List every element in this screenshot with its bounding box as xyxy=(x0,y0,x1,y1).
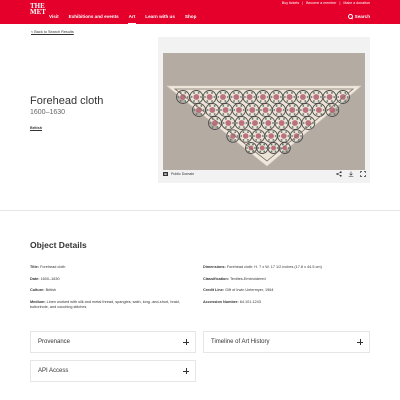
timeline-accordion[interactable]: Timeline of Art History xyxy=(203,331,370,353)
nav-visit[interactable]: Visit xyxy=(49,14,59,19)
detail-value: Linen worked with silk and metal thread,… xyxy=(30,299,180,309)
become-member-link[interactable]: Become a member xyxy=(306,1,336,5)
forehead-cloth-image xyxy=(163,53,365,170)
nav-art[interactable]: Art xyxy=(127,14,136,24)
download-icon[interactable] xyxy=(348,171,354,177)
accordion-label: Provenance xyxy=(38,339,71,345)
detail-title: Title: Forehead cloth xyxy=(30,265,190,270)
plus-icon xyxy=(183,339,189,345)
section-divider xyxy=(0,210,400,211)
search-icon xyxy=(347,14,353,19)
object-date: 1600–1630 xyxy=(30,109,66,116)
logo-line-2: MET xyxy=(30,8,46,16)
detail-value: 1600–1630 xyxy=(40,276,60,281)
page-title: Forehead cloth xyxy=(30,95,104,107)
utility-links: Buy tickets | Become a member | Make a d… xyxy=(282,1,370,5)
detail-label: Accession Number: xyxy=(203,299,239,304)
culture-link[interactable]: British xyxy=(30,126,42,130)
api-access-accordion[interactable]: API Access xyxy=(30,360,196,382)
detail-label: Title: xyxy=(30,265,40,269)
met-logo[interactable]: THE MET xyxy=(30,3,46,16)
detail-credit-line: Credit Line: Gift of Irwin Untermyer, 19… xyxy=(203,288,373,293)
search-label: Search xyxy=(354,14,370,19)
search-button[interactable]: Search xyxy=(347,14,370,19)
detail-value: Forehead cloth: H. 7 x W. 17 1/2 inches … xyxy=(226,265,322,269)
plus-icon xyxy=(183,368,189,374)
image-actions xyxy=(336,171,366,177)
detail-dimensions: Dimensions: Forehead cloth: H. 7 x W. 17… xyxy=(203,265,373,270)
detail-value: Forehead cloth xyxy=(40,265,66,269)
utility-separator: | xyxy=(339,1,341,5)
details-column-right: Dimensions: Forehead cloth: H. 7 x W. 17… xyxy=(203,265,373,311)
license-text: Public Domain xyxy=(171,172,195,176)
detail-medium: Medium: Linen worked with silk and metal… xyxy=(30,300,190,310)
accordion-label: Timeline of Art History xyxy=(211,339,270,345)
detail-label: Date: xyxy=(30,276,40,281)
detail-date: Date: 1600–1630 xyxy=(30,277,190,282)
artwork-image[interactable] xyxy=(163,53,365,170)
main-nav: Visit Exhibitions and events Art Learn w… xyxy=(49,14,206,24)
object-details-heading: Object Details xyxy=(30,240,87,250)
detail-label: Medium: xyxy=(30,299,46,304)
object-title-block: Forehead cloth 1600–1630 British xyxy=(30,95,103,134)
nav-learn[interactable]: Learn with us xyxy=(145,14,175,19)
detail-value: British xyxy=(45,288,57,292)
detail-value: 64.101.1243 xyxy=(239,299,261,304)
accordion-label: API Access xyxy=(38,368,69,374)
image-viewer: PD Public Domain xyxy=(158,37,370,183)
detail-value: Textiles-Embroidered xyxy=(229,276,266,281)
detail-label: Dimensions: xyxy=(203,265,226,269)
site-header: THE MET Buy tickets | Become a member | … xyxy=(0,0,400,24)
details-column-left: Title: Forehead cloth Date: 1600–1630 Cu… xyxy=(30,265,190,316)
public-domain-icon: PD xyxy=(163,172,168,176)
buy-tickets-link[interactable]: Buy tickets xyxy=(282,1,299,5)
provenance-accordion[interactable]: Provenance xyxy=(30,331,196,353)
nav-shop[interactable]: Shop xyxy=(185,14,196,19)
detail-accession-number: Accession Number: 64.101.1243 xyxy=(203,300,373,305)
detail-label: Culture: xyxy=(30,288,45,292)
fullscreen-icon[interactable] xyxy=(360,171,366,177)
utility-separator: | xyxy=(302,1,304,5)
back-to-results-link[interactable]: < Back to Search Results xyxy=(31,30,74,34)
detail-label: Credit Line: xyxy=(203,288,225,292)
detail-culture: Culture: British xyxy=(30,288,190,293)
detail-classification: Classification: Textiles-Embroidered xyxy=(203,277,373,282)
plus-icon xyxy=(357,339,363,345)
make-donation-link[interactable]: Make a donation xyxy=(343,1,370,5)
detail-value: Gift of Irwin Untermyer, 1964 xyxy=(225,288,274,292)
license-info: PD Public Domain xyxy=(163,172,194,176)
nav-exhibitions[interactable]: Exhibitions and events xyxy=(69,14,119,19)
detail-label: Classification: xyxy=(203,276,229,281)
share-icon[interactable] xyxy=(336,171,342,177)
